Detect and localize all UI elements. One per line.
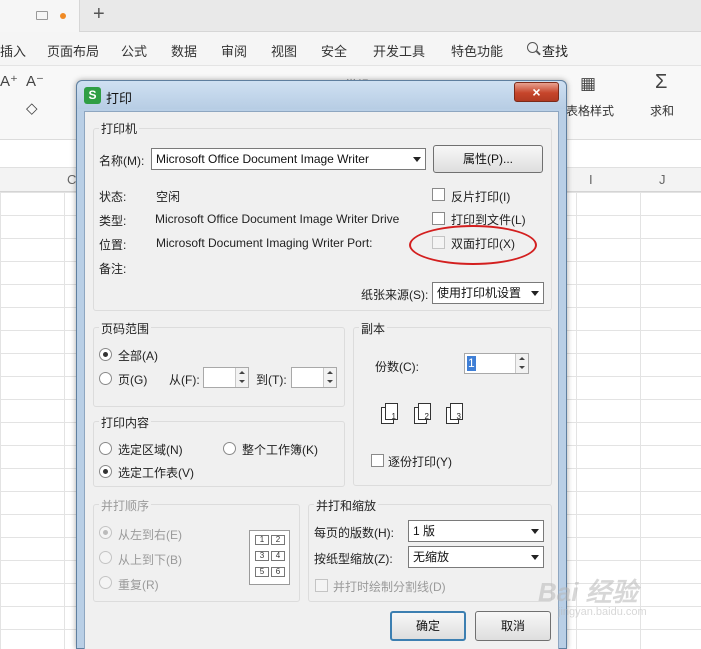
menu-features[interactable]: 特色功能 [451, 41, 503, 60]
status-value: 空闲 [156, 190, 181, 204]
repeat-radio[interactable] [99, 576, 112, 589]
scale-title: 并打和缩放 [314, 497, 379, 514]
page-range-title: 页码范围 [99, 320, 152, 337]
location-value: Microsoft Document Imaging Writer Port: [156, 236, 373, 250]
dialog-title-bar[interactable]: S 打印 × [77, 81, 566, 109]
search-label: 查找 [542, 44, 569, 59]
menu-review[interactable]: 审阅 [221, 41, 247, 60]
top-to-bottom-label[interactable]: 从上到下(B) [118, 551, 182, 568]
column-j[interactable]: J [659, 172, 666, 187]
close-button[interactable]: × [514, 82, 559, 102]
status-label: 状态: [99, 190, 127, 204]
table-style-icon[interactable]: ▦ [580, 74, 596, 94]
chevron-down-icon [413, 157, 421, 162]
from-label: 从(F): [169, 373, 200, 387]
draw-borders-checkbox[interactable] [315, 579, 328, 592]
workbook-label[interactable]: 整个工作簿(K) [242, 441, 318, 458]
repeat-label[interactable]: 重复(R) [118, 576, 159, 593]
menu-view[interactable]: 视图 [271, 41, 297, 60]
collate-checkbox[interactable] [371, 454, 384, 467]
properties-button[interactable]: 属性(P)... [433, 145, 543, 173]
reverse-print-label[interactable]: 反片打印(I) [451, 188, 510, 205]
copies-value: 1 [467, 356, 476, 371]
menu-developer[interactable]: 开发工具 [373, 41, 425, 60]
print-content-title: 打印内容 [99, 414, 152, 431]
range-pages-label[interactable]: 页(G) [118, 371, 147, 388]
chevron-down-icon [531, 291, 539, 296]
spin-up-icon [239, 371, 245, 374]
eraser-icon[interactable]: ◇ [26, 99, 38, 117]
sheet-radio[interactable] [99, 465, 112, 478]
menu-security[interactable]: 安全 [321, 41, 347, 60]
spin-down-icon [519, 366, 525, 369]
draw-borders-label[interactable]: 并打时绘制分割线(D) [333, 578, 446, 595]
document-tab[interactable] [0, 0, 80, 32]
to-label: 到(T): [256, 373, 287, 387]
spin-down-icon [327, 380, 333, 383]
baidu-watermark: Bai 经验 jingyan.baidu.com [538, 577, 647, 618]
scale-to-paper-label: 按纸型缩放(Z): [314, 552, 393, 566]
chevron-down-icon [531, 555, 539, 560]
comment-label: 备注: [99, 262, 127, 276]
range-all-radio[interactable] [99, 348, 112, 361]
copies-spinner[interactable]: 1 [464, 353, 529, 374]
dialog-title: 打印 [106, 91, 133, 106]
reverse-print-checkbox[interactable] [432, 188, 445, 201]
sheet-label[interactable]: 选定工作表(V) [118, 464, 194, 481]
menu-formula[interactable]: 公式 [121, 41, 147, 60]
type-label: 类型: [99, 214, 127, 228]
paper-source-select[interactable]: 使用打印机设置 [432, 282, 544, 304]
unsaved-dot-icon [60, 13, 66, 19]
collate-label[interactable]: 逐份打印(Y) [388, 453, 452, 470]
pages-per-sheet-label: 每页的版数(H): [314, 526, 394, 540]
type-value: Microsoft Office Document Image Writer D… [155, 212, 400, 226]
column-i[interactable]: I [589, 172, 593, 187]
menu-insert[interactable]: 插入 [0, 41, 26, 60]
print-dialog: S 打印 × 打印机 名称(M): Microsoft Office Docum… [76, 80, 567, 649]
pages-per-sheet-select[interactable]: 1 版 [408, 520, 544, 542]
menu-page-layout[interactable]: 页面布局 [47, 41, 99, 60]
left-to-right-label[interactable]: 从左到右(E) [118, 526, 182, 543]
spin-up-icon [519, 357, 525, 360]
sum-icon[interactable]: Σ [655, 71, 667, 94]
highlight-ellipse [409, 225, 537, 265]
print-order-preview-icon: 1 2 3 4 5 6 [249, 530, 290, 585]
to-spinner[interactable] [291, 367, 337, 388]
print-order-title: 并打顺序 [99, 497, 152, 514]
printer-group-title: 打印机 [99, 120, 140, 137]
printer-name-label: 名称(M): [99, 154, 145, 168]
copies-title: 副本 [359, 320, 388, 337]
top-to-bottom-radio[interactable] [99, 551, 112, 564]
menu-data[interactable]: 数据 [171, 41, 197, 60]
column-c[interactable]: C [67, 172, 76, 187]
chevron-down-icon [531, 529, 539, 534]
printer-name-select[interactable]: Microsoft Office Document Image Writer [151, 148, 426, 170]
spin-down-icon [239, 380, 245, 383]
menu-bar: 插入 页面布局 公式 数据 审阅 视图 安全 开发工具 特色功能 查找 [0, 32, 701, 66]
wps-icon: S [84, 87, 101, 104]
selection-radio[interactable] [99, 442, 112, 455]
print-to-file-checkbox[interactable] [432, 212, 445, 225]
dialog-body: 打印机 名称(M): Microsoft Office Document Ima… [84, 111, 559, 649]
font-increase-icon[interactable]: A⁺ [0, 72, 18, 90]
font-decrease-icon[interactable]: A⁻ [26, 72, 44, 90]
range-all-label[interactable]: 全部(A) [118, 347, 158, 364]
table-style-label[interactable]: 表格样式 [566, 102, 614, 119]
sum-label[interactable]: 求和 [650, 102, 674, 119]
scale-to-paper-select[interactable]: 无缩放 [408, 546, 544, 568]
from-spinner[interactable] [203, 367, 249, 388]
tab-bar: + [0, 0, 701, 32]
paper-source-label: 纸张来源(S): [361, 288, 429, 302]
range-pages-radio[interactable] [99, 372, 112, 385]
ok-button[interactable]: 确定 [390, 611, 466, 641]
new-tab-button[interactable]: + [93, 3, 105, 26]
left-to-right-radio[interactable] [99, 526, 112, 539]
selection-label[interactable]: 选定区域(N) [118, 441, 183, 458]
workbook-radio[interactable] [223, 442, 236, 455]
location-label: 位置: [99, 238, 127, 252]
spin-up-icon [327, 371, 333, 374]
copies-count-label: 份数(C): [375, 360, 419, 374]
monitor-icon [36, 11, 48, 20]
